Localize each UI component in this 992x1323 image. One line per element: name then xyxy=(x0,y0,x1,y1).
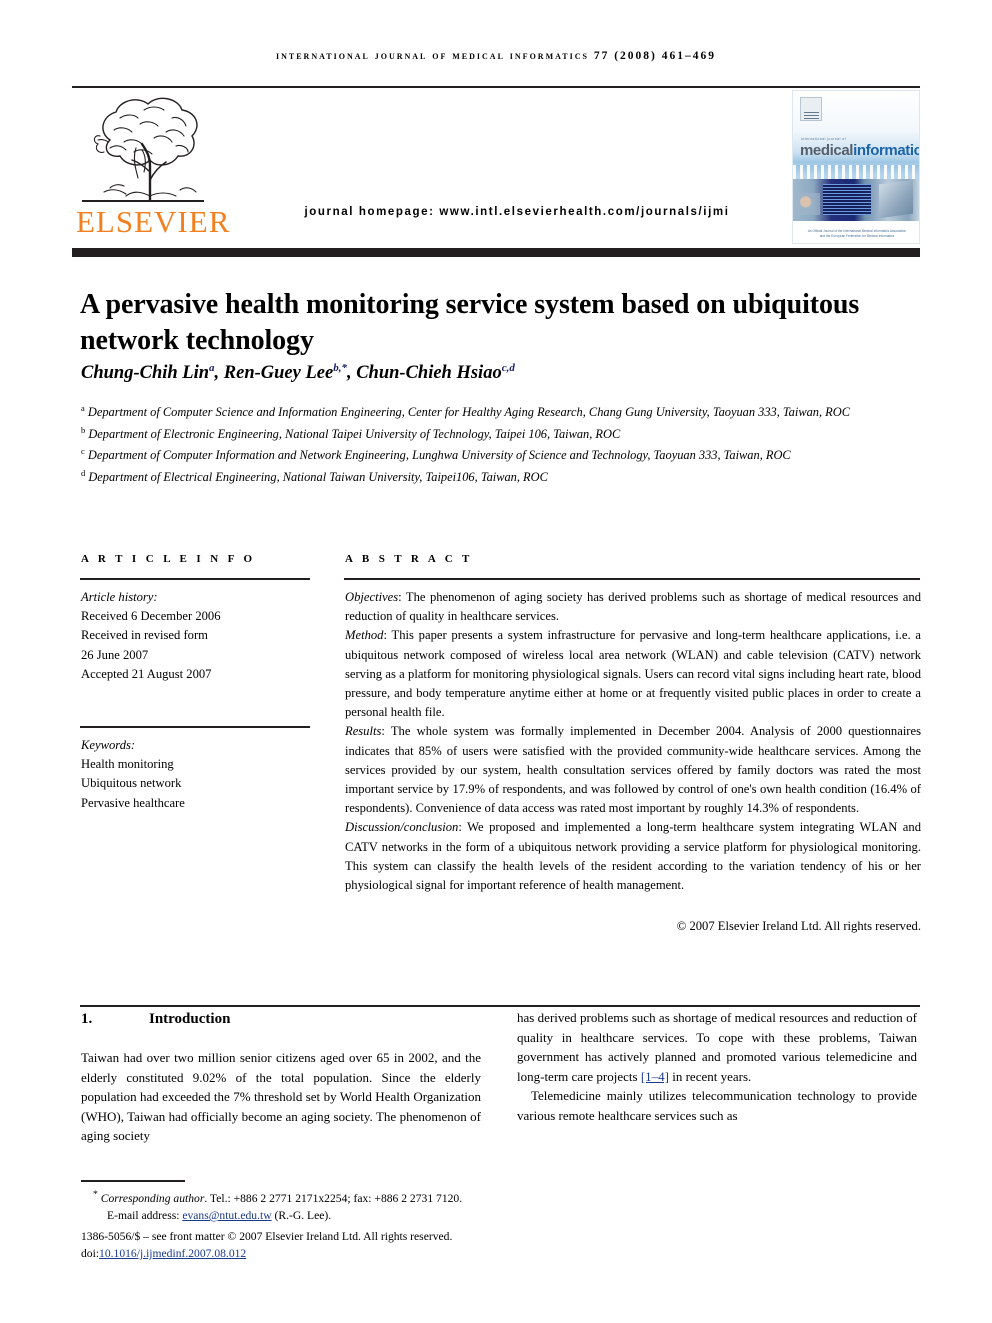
abstract-objectives-label: Objectives xyxy=(345,590,399,604)
affiliation-item: b Department of Electronic Engineering, … xyxy=(81,424,621,441)
article-info-heading: A R T I C L E I N F O xyxy=(81,553,256,565)
keywords-block: Keywords: Health monitoring Ubiquitous net… xyxy=(81,736,321,813)
corresponding-author-note: * Corresponding author. Tel.: +886 2 277… xyxy=(81,1186,541,1207)
doi-line: doi:10.1016/j.ijmedinf.2007.08.012 xyxy=(81,1245,621,1262)
cover-photo-panel xyxy=(879,179,913,219)
elsevier-tree-icon xyxy=(80,92,220,202)
article-history-item: Received 6 December 2006 xyxy=(81,609,221,624)
keyword-item: Health monitoring xyxy=(81,757,174,772)
elsevier-logo: ELSEVIER xyxy=(72,92,232,244)
article-info-top-rule xyxy=(80,578,310,580)
email-label: E-mail address: xyxy=(107,1208,183,1222)
abstract-objectives: Objectives: The phenomenon of aging soci… xyxy=(345,588,921,626)
elsevier-wordmark: ELSEVIER xyxy=(76,204,231,239)
elsevier-logo-baseline xyxy=(82,200,204,202)
abstract-heading: A B S T R A C T xyxy=(345,553,473,565)
article-history-item: Accepted 21 August 2007 xyxy=(81,666,212,681)
abstract-results-label: Results xyxy=(345,724,382,739)
page-title: A pervasive health monitoring service sy… xyxy=(80,288,860,356)
email-link[interactable]: evans@ntut.edu.tw xyxy=(182,1209,271,1222)
front-matter-block: 1386-5056/$ – see front matter © 2007 El… xyxy=(81,1228,621,1262)
footnote-rule xyxy=(81,1180,185,1182)
email-note: E-mail address: evans@ntut.edu.tw (R.-G.… xyxy=(81,1207,541,1224)
abstract-method-label: Method xyxy=(345,628,384,643)
corresponding-author-contact: . Tel.: +886 2 2771 2171x2254; fax: +886… xyxy=(204,1191,463,1205)
citation-link-1-4[interactable]: [1–4] xyxy=(641,1069,669,1084)
section-number: 1. xyxy=(81,1011,93,1027)
body-top-rule xyxy=(80,1005,920,1008)
keywords-label: Keywords: xyxy=(81,738,136,752)
affiliation-item: d Department of Electrical Engineering, … xyxy=(81,467,548,484)
affiliation-item: a Department of Computer Science and Inf… xyxy=(81,403,850,420)
body-column-right: has derived problems such as shortage of… xyxy=(517,1008,917,1126)
abstract-method: Method: This paper presents a system inf… xyxy=(345,626,921,722)
doi-link[interactable]: 10.1016/j.ijmedinf.2007.08.012 xyxy=(99,1247,246,1260)
cover-photo-monitor xyxy=(823,184,871,215)
affiliation-marker: d xyxy=(81,467,86,478)
journal-cover-thumbnail: international journal of medicalinformat… xyxy=(792,90,920,244)
cover-elsevier-icon xyxy=(800,97,822,121)
front-matter-line: 1386-5056/$ – see front matter © 2007 El… xyxy=(81,1230,453,1243)
doi-label: doi: xyxy=(81,1247,100,1260)
cover-photo xyxy=(793,179,919,221)
keyword-item: Pervasive healthcare xyxy=(81,795,185,810)
author-list: Chung-Chih Lina, Ren-Guey Leeb,*, Chun-C… xyxy=(81,362,515,384)
masthead-bottom-bar xyxy=(72,248,920,257)
cover-title-medical: medical xyxy=(800,142,854,159)
abstract-discussion-label: Discussion/conclusion xyxy=(345,820,459,835)
corresponding-marker: * xyxy=(93,1189,98,1200)
affiliation-marker: c xyxy=(81,446,85,457)
corresponding-author-label: Corresponding author xyxy=(100,1191,205,1205)
cover-title: medicalinformatics xyxy=(800,142,919,159)
abstract-method-text: : This paper presents a system infrastru… xyxy=(345,628,921,720)
keyword-item: Ubiquitous network xyxy=(81,776,182,791)
abstract-copyright: © 2007 Elsevier Ireland Ltd. All rights … xyxy=(676,919,921,933)
cover-stripe-band xyxy=(793,165,919,179)
intro-paragraph-left: Taiwan had over two million senior citiz… xyxy=(81,1050,481,1144)
affiliation-list: a Department of Computer Science and Inf… xyxy=(81,400,931,486)
masthead: ELSEVIER journal homepage: www.intl.else… xyxy=(72,88,920,246)
affiliation-item: c Department of Computer Information and… xyxy=(81,446,791,463)
abstract-results: Results: The whole system was formally i… xyxy=(345,722,921,818)
abstract-objectives-text: : The phenomenon of aging society has de… xyxy=(345,590,921,624)
intro-paragraph-right-2: Telemedicine mainly utilizes telecommuni… xyxy=(517,1088,917,1123)
abstract-body: Objectives: The phenomenon of aging soci… xyxy=(345,588,921,895)
email-suffix: (R.-G. Lee). xyxy=(271,1208,332,1222)
article-history-block: Article history: Received 6 December 2006… xyxy=(81,588,321,684)
intro-paragraph-right-1: has derived problems such as shortage of… xyxy=(517,1008,917,1086)
abstract-top-rule xyxy=(344,578,920,581)
journal-homepage-link[interactable]: journal homepage: www.intl.elsevierhealt… xyxy=(252,206,782,218)
article-history-item: 26 June 2007 xyxy=(81,647,149,662)
affiliation-marker: a xyxy=(81,403,85,413)
running-head: international journal of medical informa… xyxy=(275,50,717,62)
journal-article-page: international journal of medical informa… xyxy=(0,0,992,1323)
cover-eyebrow: international journal of xyxy=(801,137,846,141)
article-info-mid-rule xyxy=(80,726,310,728)
section-title: Introduction xyxy=(149,1011,231,1027)
footnote-block: * Corresponding author. Tel.: +886 2 277… xyxy=(81,1186,541,1224)
body-column-left: Taiwan had over two million senior citiz… xyxy=(81,1048,481,1146)
intro-right-text-after: in recent years. xyxy=(668,1068,752,1084)
article-history-label: Article history: xyxy=(81,590,158,604)
section-heading-introduction: 1. Introduction xyxy=(81,1011,230,1028)
abstract-results-text: : The whole system was formally implemen… xyxy=(345,724,921,816)
cover-footnote: An Official Journal of the International… xyxy=(807,229,907,238)
affiliation-marker: b xyxy=(81,424,86,435)
cover-photo-patient xyxy=(796,193,820,215)
cover-title-informatics: informatics xyxy=(853,142,919,159)
article-history-item: Received in revised form xyxy=(81,628,208,643)
abstract-discussion: Discussion/conclusion: We proposed and i… xyxy=(345,818,921,895)
